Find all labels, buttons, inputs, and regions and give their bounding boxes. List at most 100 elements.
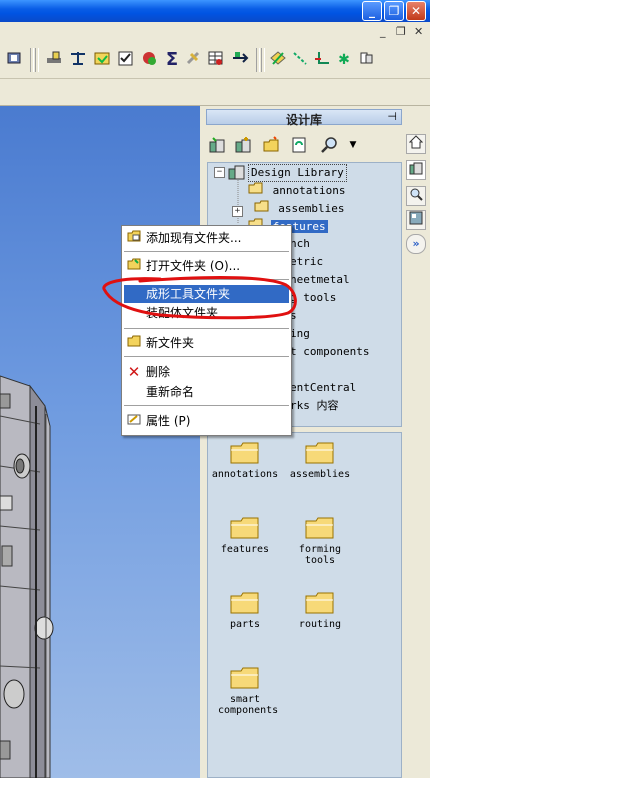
- tree-item[interactable]: entCentral: [288, 380, 358, 396]
- tree-item-label: g tools: [290, 291, 337, 304]
- maximize-button[interactable]: ❐: [384, 1, 404, 21]
- file-explorer-tab-icon[interactable]: [406, 186, 426, 206]
- tree-item[interactable]: rks 内容: [288, 398, 341, 414]
- folder-label: annotations: [211, 469, 279, 480]
- expand-icon[interactable]: +: [232, 206, 243, 217]
- axis-icon[interactable]: [312, 50, 332, 70]
- folder-icon: [248, 182, 271, 197]
- folder-label: features: [220, 544, 270, 555]
- tree-item-label: entCentral: [290, 381, 357, 394]
- tree-item[interactable]: g tools: [288, 290, 338, 306]
- folder-item[interactable]: forming tools: [280, 516, 360, 566]
- sketch-icon[interactable]: [140, 50, 160, 70]
- design-library-tab-icon[interactable]: [406, 160, 426, 180]
- solidworks-window: _ ❐ ✕ _ ❐ ✕ Σ ✱ 设计库 ⊣ ▼ − Design Library…: [0, 0, 430, 778]
- mdi-restore-button[interactable]: ❐: [396, 25, 406, 38]
- folder-item[interactable]: routing: [280, 591, 360, 630]
- menu-item-assembly-folder[interactable]: 装配体文件夹: [124, 304, 289, 322]
- menu-separator: [124, 405, 289, 406]
- folder-icon: [230, 442, 259, 464]
- toolbar-separator: [261, 48, 265, 72]
- close-button[interactable]: ✕: [406, 1, 426, 21]
- panel-title: 设计库: [285, 113, 322, 127]
- menu-item-forming-tools-folder[interactable]: 成形工具文件夹: [124, 285, 289, 303]
- mdi-close-button[interactable]: ✕: [414, 25, 423, 38]
- home-tab-icon[interactable]: [406, 134, 426, 154]
- tree-item[interactable]: + assemblies: [232, 200, 346, 217]
- check-icon[interactable]: [116, 50, 136, 70]
- folder-item[interactable]: assemblies: [280, 441, 360, 480]
- folder-label: parts: [229, 619, 261, 630]
- menu-item-properties[interactable]: 属性 (P): [124, 412, 289, 430]
- toolbar-separator: [256, 48, 260, 72]
- minimize-button[interactable]: _: [362, 1, 382, 21]
- folder-contents-view: annotations assemblies features forming …: [207, 432, 402, 778]
- folder-label: routing: [298, 619, 342, 630]
- menu-bar: _ ❐ ✕: [0, 22, 430, 42]
- line-icon[interactable]: [268, 50, 288, 70]
- pin-icon[interactable]: [44, 50, 64, 70]
- menu-separator: [124, 279, 289, 280]
- folder-icon: [230, 592, 259, 614]
- tree-item-label: assemblies: [278, 202, 345, 215]
- point-icon[interactable]: ✱: [334, 50, 354, 70]
- panel-header: 设计库 ⊣: [206, 109, 402, 127]
- chevron-down-icon[interactable]: ▼: [344, 136, 362, 154]
- arrows-icon[interactable]: [230, 50, 250, 70]
- tree-item[interactable]: annotations: [248, 182, 347, 198]
- add-file-location-icon[interactable]: [234, 136, 252, 154]
- graphics-viewport[interactable]: [0, 106, 200, 778]
- model-drawing: [0, 375, 54, 778]
- add-to-library-icon[interactable]: [208, 136, 226, 154]
- folder-item[interactable]: annotations: [205, 441, 285, 480]
- tree-item[interactable]: heetmetal: [288, 272, 352, 288]
- menu-item-label: 添加现有文件夹...: [146, 231, 242, 245]
- tree-item-label: heetmetal: [290, 273, 350, 286]
- collapse-icon[interactable]: −: [214, 167, 225, 178]
- tree-item[interactable]: etric: [288, 254, 325, 270]
- command-manager-strip: [0, 79, 430, 106]
- folder-item[interactable]: smart components: [205, 666, 285, 716]
- tree-item-label: rks 内容: [290, 399, 339, 412]
- folder-icon: [305, 442, 334, 464]
- menu-item-add-existing-folder[interactable]: 添加现有文件夹...: [124, 229, 289, 247]
- gear-icon[interactable]: [4, 50, 24, 70]
- folder-icon: [230, 667, 259, 689]
- fold-icon[interactable]: [92, 50, 112, 70]
- folder-icon: [305, 592, 334, 614]
- folder-item[interactable]: parts: [205, 591, 285, 630]
- view-palette-tab-icon[interactable]: [406, 210, 426, 230]
- delete-x-icon: ✕: [127, 363, 141, 381]
- tree-item-label: annotations: [272, 184, 346, 197]
- tree-item[interactable]: t components: [288, 344, 371, 360]
- menu-item-label: 删除: [146, 365, 171, 379]
- design-library-panel: 设计库 ⊣ ▼ − Design Library annotations + a…: [200, 106, 430, 778]
- toolbar-separator: [35, 48, 39, 72]
- pin-icon[interactable]: ⊣: [387, 110, 397, 123]
- folder-label: forming tools: [298, 544, 342, 566]
- tree-root-label: Design Library: [248, 164, 347, 182]
- folder-item[interactable]: features: [205, 516, 285, 555]
- plane-icon[interactable]: [356, 50, 376, 70]
- sketchline-icon[interactable]: [290, 50, 310, 70]
- search-icon[interactable]: [320, 136, 338, 154]
- menu-separator: [124, 251, 289, 252]
- new-folder-icon: [126, 334, 142, 352]
- folder-label: assemblies: [289, 469, 351, 480]
- menu-item-new-folder[interactable]: 新文件夹: [124, 334, 289, 352]
- table-icon[interactable]: [206, 50, 226, 70]
- tool-icon[interactable]: [184, 50, 204, 70]
- menu-item-label: 重新命名: [146, 385, 195, 399]
- new-folder-icon[interactable]: [262, 136, 280, 154]
- menu-item-rename[interactable]: 重新命名: [124, 383, 289, 401]
- sigma-icon[interactable]: Σ: [162, 50, 182, 70]
- refresh-icon[interactable]: [290, 136, 308, 154]
- menu-separator: [124, 328, 289, 329]
- menu-item-open-folder[interactable]: 打开文件夹 (O)...: [124, 257, 289, 275]
- properties-icon: [126, 412, 142, 430]
- expand-tabs-icon[interactable]: »: [406, 234, 426, 254]
- balance-icon[interactable]: [68, 50, 88, 70]
- menu-item-delete[interactable]: ✕ 删除: [124, 363, 289, 381]
- title-bar: _ ❐ ✕: [0, 0, 430, 22]
- mdi-minimize-button[interactable]: _: [380, 25, 386, 38]
